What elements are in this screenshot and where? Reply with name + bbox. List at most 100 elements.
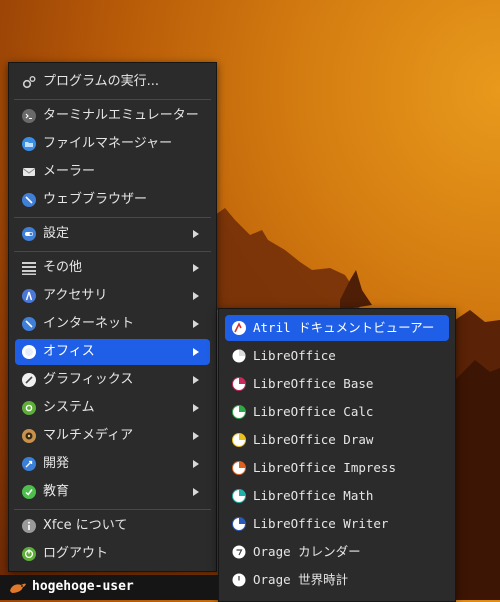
mail-icon [22,168,36,176]
submenu-item-libreoffice-base[interactable]: LibreOffice Base [225,371,449,397]
taskbar-panel: hogehoge-user [0,575,218,600]
folder-icon [22,137,36,151]
libreoffice-calc-icon [232,405,246,419]
submenu-arrow-icon [193,230,199,238]
libreoffice-impress-icon [232,461,246,475]
menu-item-label: プログラムの実行... [43,74,160,89]
libreoffice-icon [232,349,246,363]
menu-item-label: ターミナルエミュレーター [43,108,199,123]
terminal-icon [22,109,36,123]
submenu-arrow-icon [193,460,199,468]
menu-item-label: ファイルマネージャー [43,136,173,151]
menu-item-label: システム [43,400,95,415]
submenu-item-libreoffice-math[interactable]: LibreOffice Math [225,483,449,509]
menu-separator [14,251,211,252]
submenu-item-label: LibreOffice Base [253,376,374,391]
submenu-item-orage-calendar[interactable]: Orage カレンダー [225,539,449,565]
menu-item-mailer[interactable]: メーラー [15,159,210,185]
menu-item-label: Xfce について [43,518,128,533]
menu-item-other[interactable]: その他 [15,255,210,281]
menu-item-web-browser[interactable]: ウェブブラウザー [15,187,210,213]
whisker-menu-button[interactable]: hogehoge-user [0,575,140,600]
submenu-arrow-icon [193,292,199,300]
menu-item-label: インターネット [43,316,135,331]
menu-separator [14,217,211,218]
menu-item-education[interactable]: 教育 [15,479,210,505]
browser-icon [22,193,36,207]
menu-item-office[interactable]: オフィス [15,339,210,365]
whisker-menu-icon [10,583,26,593]
calendar-icon [232,545,246,559]
applications-menu: プログラムの実行... ターミナルエミュレーター ファイルマネージャー メーラー… [8,62,217,572]
menu-item-accessories[interactable]: アクセサリ [15,283,210,309]
education-icon [22,485,36,499]
menu-item-system[interactable]: システム [15,395,210,421]
accessories-icon [22,289,36,303]
logout-icon [22,547,36,561]
menu-item-label: 設定 [43,226,70,241]
menu-separator [14,99,211,100]
menu-item-label: ウェブブラウザー [43,192,148,207]
submenu-arrow-icon [193,404,199,412]
menu-item-terminal[interactable]: ターミナルエミュレーター [15,103,210,129]
graphics-icon [22,373,36,387]
menu-item-label: アクセサリ [43,288,108,303]
menu-item-logout[interactable]: ログアウト [15,541,210,567]
settings-toggle-icon [22,227,36,241]
submenu-arrow-icon [193,432,199,440]
menu-item-label: グラフィックス [43,372,134,387]
libreoffice-draw-icon [232,433,246,447]
user-name-label: hogehoge-user [32,579,134,594]
menu-item-file-manager[interactable]: ファイルマネージャー [15,131,210,157]
menu-item-label: マルチメディア [43,428,134,443]
submenu-item-libreoffice-calc[interactable]: LibreOffice Calc [225,399,449,425]
submenu-item-label: LibreOffice Draw [253,432,374,447]
submenu-item-atril[interactable]: Atril ドキュメントビューアー [225,315,449,341]
submenu-item-label: LibreOffice Writer [253,516,389,531]
libreoffice-base-icon [232,377,246,391]
internet-icon [22,317,36,331]
gear-run-icon [22,76,36,89]
submenu-item-label: Orage 世界時計 [253,572,349,587]
menu-item-settings[interactable]: 設定 [15,221,210,247]
submenu-item-orage-world-clock[interactable]: Orage 世界時計 [225,567,449,593]
atril-icon [232,321,246,335]
submenu-arrow-icon [193,320,199,328]
menu-item-multimedia[interactable]: マルチメディア [15,423,210,449]
submenu-item-libreoffice[interactable]: LibreOffice [225,343,449,369]
submenu-item-label: Orage カレンダー [253,544,361,559]
menu-item-internet[interactable]: インターネット [15,311,210,337]
menu-item-about-xfce[interactable]: Xfce について [15,513,210,539]
submenu-item-label: Atril ドキュメントビューアー [253,320,435,335]
submenu-item-libreoffice-impress[interactable]: LibreOffice Impress [225,455,449,481]
submenu-item-libreoffice-writer[interactable]: LibreOffice Writer [225,511,449,537]
clock-icon [232,573,246,587]
libreoffice-writer-icon [232,517,246,531]
menu-item-label: 教育 [43,484,70,499]
submenu-arrow-icon [193,264,199,272]
libreoffice-math-icon [232,489,246,503]
submenu-arrow-icon [193,376,199,384]
submenu-arrow-icon [193,488,199,496]
submenu-arrow-icon [193,348,199,356]
submenu-item-label: LibreOffice Math [253,488,374,503]
list-icon [22,262,36,275]
multimedia-icon [22,429,36,443]
menu-item-label: オフィス [43,344,95,359]
system-icon [22,401,36,415]
menu-item-label: その他 [43,260,83,275]
menu-separator [14,509,211,510]
submenu-item-label: LibreOffice Impress [253,460,396,475]
office-submenu: Atril ドキュメントビューアー LibreOffice LibreOffic… [218,308,456,602]
menu-item-graphics[interactable]: グラフィックス [15,367,210,393]
submenu-item-libreoffice-draw[interactable]: LibreOffice Draw [225,427,449,453]
menu-item-label: ログアウト [43,546,109,561]
submenu-item-label: LibreOffice [253,348,336,363]
menu-item-run-program[interactable]: プログラムの実行... [15,69,210,95]
menu-item-label: メーラー [43,164,96,179]
menu-item-development[interactable]: 開発 [15,451,210,477]
development-icon [22,457,36,471]
menu-item-label: 開発 [43,456,70,471]
info-icon [22,519,36,533]
submenu-item-label: LibreOffice Calc [253,404,374,419]
